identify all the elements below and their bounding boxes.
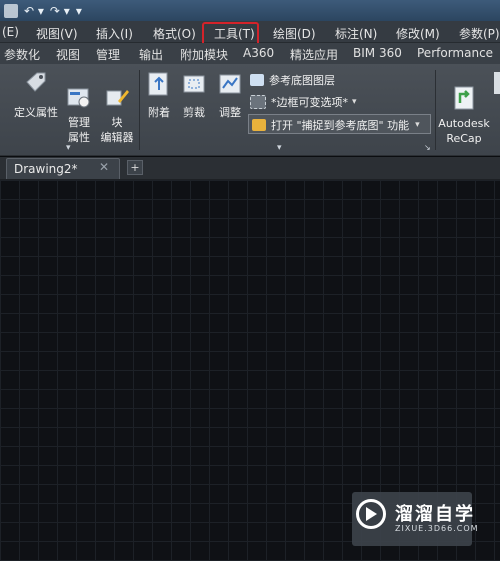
clip-tool[interactable]: 剪裁: [178, 70, 210, 120]
redo-icon[interactable]: ↷ ▾: [50, 4, 70, 18]
file-tab-label: Drawing2*: [14, 162, 78, 176]
menu-dimension[interactable]: 标注(N): [335, 25, 377, 42]
frame-icon: [250, 95, 266, 109]
customize-qat-icon[interactable]: ▾: [76, 4, 82, 18]
block-editor-label: 块 编辑器: [100, 116, 134, 144]
menu-parameter[interactable]: 参数(P): [459, 25, 500, 42]
tab-parametric[interactable]: 参数化: [4, 46, 40, 63]
tag-icon: [26, 72, 46, 92]
block-editor-icon: [106, 90, 129, 106]
manage-attributes-label: 管理 属性: [68, 116, 90, 144]
tab-performance[interactable]: Performance: [417, 46, 493, 60]
undo-icon[interactable]: ↶ ▾: [24, 4, 44, 18]
manage-attributes-icon: [67, 88, 90, 108]
ribbon-divider: [139, 70, 140, 150]
frames-vary-dropdown[interactable]: *边框可变选项* ▾: [250, 94, 357, 110]
panel-launcher-icon[interactable]: ↘: [424, 143, 431, 152]
recap-label: Autodesk ReCap: [438, 117, 490, 145]
chevron-down-icon: ▾: [352, 97, 357, 107]
underlay-layers-icon: [250, 74, 264, 86]
snap-to-underlay-dropdown[interactable]: 打开 "捕捉到参考底图" 功能 ▾: [252, 117, 420, 133]
tab-bim360[interactable]: BIM 360: [353, 46, 402, 60]
tab-featured-apps[interactable]: 精选应用: [290, 46, 338, 63]
watermark-url: ZIXUE.3D66.COM: [395, 524, 479, 533]
recap-icon: [454, 86, 474, 110]
snap-icon: [252, 119, 266, 131]
tab-a360[interactable]: A360: [243, 46, 274, 60]
play-icon: [366, 507, 377, 521]
menu-view[interactable]: 视图(V): [36, 25, 78, 42]
attach-label: 附着: [148, 106, 170, 119]
underlay-layers-tool[interactable]: 参考底图图层: [250, 72, 335, 88]
autodesk-recap-tool[interactable]: Autodesk ReCap: [436, 70, 492, 161]
tab-view[interactable]: 视图: [56, 46, 80, 63]
tab-output[interactable]: 输出: [139, 46, 163, 63]
block-editor-tool[interactable]: 块 编辑器: [96, 70, 138, 160]
attach-tool[interactable]: 附着: [143, 70, 175, 120]
adjust-label: 调整: [219, 106, 241, 119]
menu-edit[interactable]: (E): [2, 25, 19, 39]
new-tab-button[interactable]: +: [127, 160, 143, 175]
quick-access-toolbar: ↶ ▾ ↷ ▾ ▾: [0, 0, 500, 21]
ribbon-overflow: [494, 72, 500, 94]
panel-expand-icon[interactable]: ▾: [66, 143, 71, 153]
underlay-layers-label: 参考底图图层: [269, 74, 335, 87]
print-icon[interactable]: [4, 3, 18, 18]
menu-format[interactable]: 格式(O): [153, 25, 196, 42]
close-icon[interactable]: ✕: [99, 160, 109, 174]
frames-vary-label: *边框可变选项*: [271, 96, 348, 109]
define-attribute-tool[interactable]: 定义属性: [10, 70, 62, 120]
tab-manage[interactable]: 管理: [96, 46, 120, 63]
clip-label: 剪裁: [183, 106, 205, 119]
chevron-down-icon: ▾: [415, 120, 420, 130]
snap-to-underlay-label: 打开 "捕捉到参考底图" 功能: [271, 119, 410, 132]
adjust-tool[interactable]: 调整: [214, 70, 246, 120]
attach-icon: [148, 72, 168, 96]
menu-draw[interactable]: 绘图(D): [273, 25, 316, 42]
clip-icon: [183, 75, 205, 93]
adjust-icon: [219, 74, 241, 94]
tab-addins[interactable]: 附加模块: [180, 46, 228, 63]
watermark-title: 溜溜自学: [395, 504, 475, 525]
panel-expand-icon[interactable]: ▾: [277, 143, 282, 153]
menu-modify[interactable]: 修改(M): [396, 25, 440, 42]
define-attribute-label: 定义属性: [14, 106, 58, 119]
menu-insert[interactable]: 插入(I): [96, 25, 133, 42]
